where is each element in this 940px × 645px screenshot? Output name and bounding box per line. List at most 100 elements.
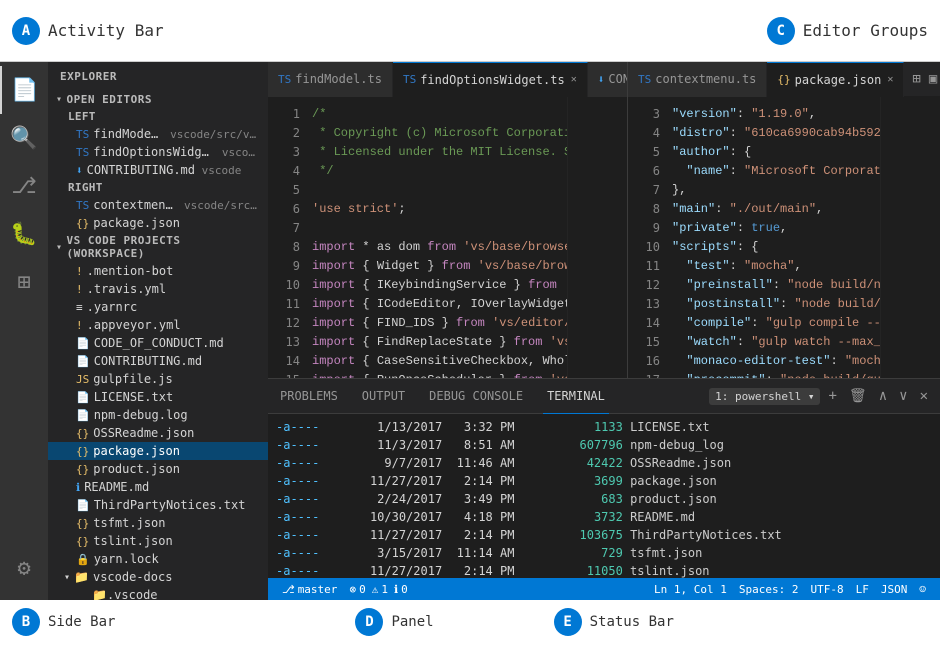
line-col: Ln 1, Col 1 (654, 583, 727, 596)
restore-panel-btn[interactable]: ∨ (895, 386, 911, 406)
json-icon: {} (76, 217, 89, 230)
open-editor-contextmenu[interactable]: TS contextmenu.ts vscode/src/... (48, 196, 268, 214)
terminal-line: -a---- 10/30/2017 4:18 PM 3732 README.md (276, 508, 932, 526)
panel-content[interactable]: -a---- 1/13/2017 3:32 PM 1133 LICENSE.tx… (268, 414, 940, 578)
right-code-lines[interactable]: "version": "1.19.0", "distro": "610ca699… (668, 97, 880, 378)
status-branch[interactable]: ⎇ master (276, 578, 343, 600)
npm-debug-item[interactable]: 📄 npm-debug.log (48, 406, 268, 424)
tab-contributing[interactable]: ⬇ CONTRIBUTING.md (588, 62, 628, 97)
status-feedback[interactable]: ☺ (913, 578, 932, 600)
status-encoding[interactable]: UTF-8 (805, 578, 850, 600)
mention-bot-item[interactable]: ! .mention-bot (48, 262, 268, 280)
json-icon: {} (76, 445, 89, 458)
open-editor-package-json[interactable]: {} package.json (48, 214, 268, 232)
open-editors-section[interactable]: ▾ OPEN EDITORS (48, 91, 268, 108)
line-ending-label: LF (856, 583, 869, 596)
tab-close-btn[interactable]: ✕ (887, 74, 893, 85)
activity-bar-scm[interactable]: ⎇ (0, 162, 48, 210)
maximize-panel-btn[interactable]: ∧ (875, 386, 891, 406)
yarn-lock-item[interactable]: 🔒 yarn.lock (48, 550, 268, 568)
kill-terminal-btn[interactable]: 🗑 (845, 386, 871, 406)
activity-bar-extensions[interactable]: ⊞ (0, 258, 48, 306)
tab-contextmenu[interactable]: TS contextmenu.ts (628, 62, 767, 97)
file-path: vscode/src/... (177, 199, 260, 212)
tslint-item[interactable]: {} tslint.json (48, 532, 268, 550)
tab-output[interactable]: OUTPUT (358, 379, 409, 414)
activity-bar-debug[interactable]: 🐛 (0, 210, 48, 258)
ossreadme-item[interactable]: {} OSSReadme.json (48, 424, 268, 442)
yarnrc-item[interactable]: ≡ .yarnrc (48, 298, 268, 316)
contributing-item[interactable]: 📄 CONTRIBUTING.md (48, 352, 268, 370)
editor-area: TS findModel.ts TS findOptionsWidget.ts … (268, 62, 940, 600)
open-editor-contributing[interactable]: ⬇ CONTRIBUTING.md vscode (48, 161, 268, 179)
warning-count: 1 (381, 583, 388, 596)
product-json-item[interactable]: {} product.json (48, 460, 268, 478)
package-json-item[interactable]: {} package.json (48, 442, 268, 460)
tab-terminal[interactable]: TERMINAL (543, 379, 609, 414)
status-line-ending[interactable]: LF (850, 578, 875, 600)
tab-findmodel[interactable]: TS findModel.ts (268, 62, 393, 97)
right-code-area[interactable]: 34567 89101112 1314151617 1819202122 "ve… (628, 97, 940, 378)
left-group-label: LEFT (48, 108, 268, 125)
terminal-dropdown[interactable]: 1: powershell ▾ (709, 388, 820, 405)
status-language[interactable]: JSON (875, 578, 914, 600)
workspace-section[interactable]: ▾ VS CODE PROJECTS (WORKSPACE) (48, 232, 268, 262)
vscode-subfolder[interactable]: 📁 .vscode (48, 586, 268, 600)
vscode-docs-folder[interactable]: ▾ 📁 vscode-docs (48, 568, 268, 586)
file-name: tsfmt.json (93, 516, 165, 530)
annotation-bar: A Activity Bar C Editor Groups (0, 0, 940, 62)
annotation-b: B Side Bar (12, 608, 115, 636)
tab-debug-console[interactable]: DEBUG CONSOLE (425, 379, 527, 414)
tab-problems[interactable]: PROBLEMS (276, 379, 342, 414)
open-editor-findmodel[interactable]: TS findModel.ts vscode/src/vs/... (48, 125, 268, 143)
language-label: JSON (881, 583, 908, 596)
editor-layout-icon[interactable]: ▣ (927, 69, 939, 89)
travis-item[interactable]: ! .travis.yml (48, 280, 268, 298)
activity-bar-settings[interactable]: ⚙ (0, 544, 48, 592)
code-of-conduct-item[interactable]: 📄 CODE_OF_CONDUCT.md (48, 334, 268, 352)
json-icon: {} (76, 517, 89, 530)
terminal-line: -a---- 11/27/2017 2:14 PM 3699 package.j… (276, 472, 932, 490)
file-path: vscode/src/vs/... (163, 128, 260, 141)
ts-icon: TS (76, 199, 89, 212)
thirdparty-item[interactable]: 📄 ThirdPartyNotices.txt (48, 496, 268, 514)
license-item[interactable]: 📄 LICENSE.txt (48, 388, 268, 406)
tab-findoptionswidget[interactable]: TS findOptionsWidget.ts ✕ (393, 62, 588, 97)
search-icon: 🔍 (10, 126, 37, 151)
file-name: tslint.json (93, 534, 172, 548)
gulpfile-item[interactable]: JS gulpfile.js (48, 370, 268, 388)
right-line-numbers: 34567 89101112 1314151617 1819202122 (628, 97, 668, 378)
travis-icon: ! (76, 283, 83, 296)
close-panel-btn[interactable]: ✕ (916, 386, 932, 406)
file-name: .appveyor.yml (87, 318, 181, 332)
open-editor-findoptionswidget[interactable]: TS findOptionsWidget.ts vsco... (48, 143, 268, 161)
left-code-lines[interactable]: /* * Copyright (c) Microsoft Corporation… (308, 97, 567, 378)
add-terminal-btn[interactable]: + (824, 386, 840, 406)
right-minimap (880, 97, 940, 378)
readme-item[interactable]: ℹ README.md (48, 478, 268, 496)
split-editor-icon[interactable]: ⊞ (910, 69, 922, 89)
tab-package-json[interactable]: {} package.json ✕ (767, 62, 904, 97)
activity-bar-search[interactable]: 🔍 (0, 114, 48, 162)
appveyor-item[interactable]: ! .appveyor.yml (48, 316, 268, 334)
file-name: .yarnrc (87, 300, 138, 314)
annotation-e-label: Status Bar (590, 614, 674, 630)
txt-icon: 📄 (76, 409, 90, 422)
tsfmt-item[interactable]: {} tsfmt.json (48, 514, 268, 532)
ts-icon: TS (76, 146, 89, 159)
yarnrc-icon: ≡ (76, 301, 83, 314)
encoding-label: UTF-8 (811, 583, 844, 596)
left-code-area[interactable]: 12345 678910 1112131415 1617181920 /* * … (268, 97, 627, 378)
file-name: .mention-bot (87, 264, 174, 278)
terminal-line: -a---- 9/7/2017 11:46 AM 42422 OSSReadme… (276, 454, 932, 472)
terminal-line: -a---- 3/15/2017 11:14 AM 729 tsfmt.json (276, 544, 932, 562)
activity-bar-explorer[interactable]: 📄 (0, 66, 48, 114)
git-branch-icon: ⎇ (282, 583, 295, 596)
feedback-icon: ☺ (919, 583, 926, 596)
status-spaces[interactable]: Spaces: 2 (733, 578, 805, 600)
status-errors[interactable]: ⊗ 0 ⚠ 1 ℹ 0 (343, 578, 413, 600)
open-editors-arrow: ▾ (56, 94, 63, 105)
status-position[interactable]: Ln 1, Col 1 (648, 578, 733, 600)
right-group-label: RIGHT (48, 179, 268, 196)
tab-close-btn[interactable]: ✕ (571, 74, 577, 85)
